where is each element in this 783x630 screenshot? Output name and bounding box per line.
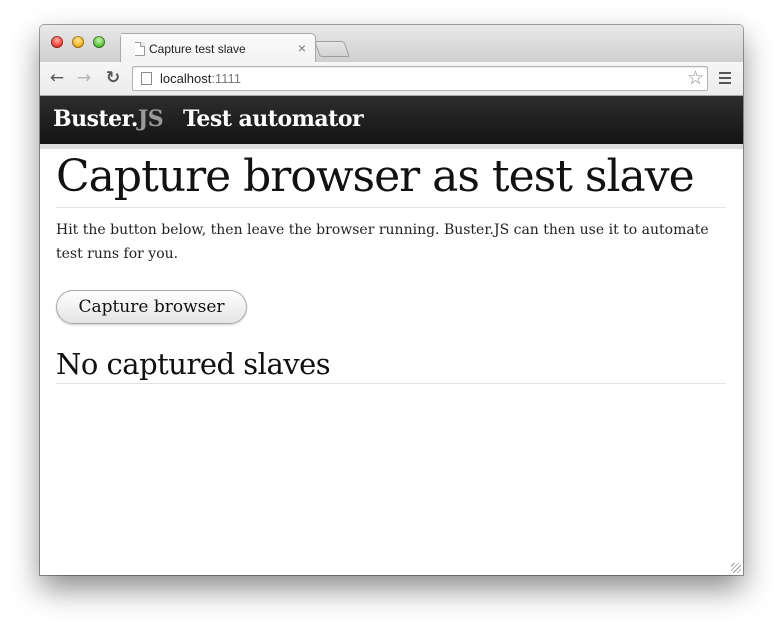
new-tab-button[interactable] (314, 41, 350, 57)
browser-toolbar: ← → ↻ localhost:1111 ☆ (40, 62, 743, 96)
page-description: Hit the button below, then leave the bro… (56, 222, 709, 262)
arrow-right-icon[interactable]: → (75, 69, 93, 87)
url-port: :1111 (211, 71, 241, 86)
browser-tab[interactable]: Capture test slave × (120, 33, 316, 64)
page-icon (141, 72, 152, 85)
brand-logo[interactable]: Buster.JS (53, 106, 164, 132)
slaves-heading: No captured slaves (56, 346, 726, 384)
zoom-window-button[interactable] (93, 36, 105, 48)
capture-browser-button[interactable]: Capture browser (56, 290, 247, 324)
menu-icon[interactable] (719, 72, 731, 84)
page-title: Capture browser as test slave (56, 149, 726, 208)
url-text[interactable]: localhost:1111 (160, 71, 241, 86)
page-icon (133, 42, 145, 56)
tab-close-icon[interactable]: × (298, 40, 306, 56)
url-host: localhost (160, 71, 212, 86)
close-window-button[interactable] (51, 36, 63, 48)
resize-handle[interactable] (731, 563, 741, 573)
star-icon[interactable]: ☆ (687, 67, 704, 89)
brand-main: Buster. (53, 106, 138, 132)
arrow-left-icon[interactable]: ← (48, 69, 66, 87)
brand-suffix: JS (137, 106, 164, 132)
tab-title: Capture test slave (149, 42, 246, 56)
address-bar[interactable]: localhost:1111 ☆ (132, 66, 708, 91)
reload-icon[interactable]: ↻ (104, 69, 122, 87)
nav-link-test-automator[interactable]: Test automator (183, 106, 364, 132)
browser-window: Capture test slave × ← → ↻ localhost:111… (40, 25, 743, 575)
minimize-window-button[interactable] (72, 36, 84, 48)
main-content: Capture browser as test slave Hit the bu… (56, 149, 726, 384)
tab-strip: Capture test slave × (40, 25, 743, 64)
site-navbar: Buster.JS Test automator (40, 96, 743, 149)
